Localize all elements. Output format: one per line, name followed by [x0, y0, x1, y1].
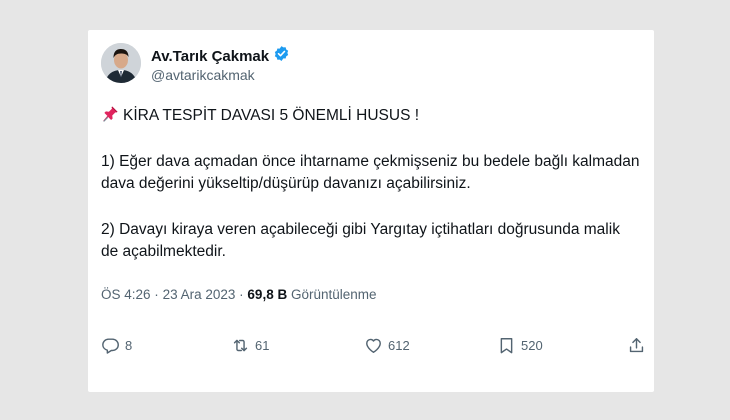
tweet-time[interactable]: ÖS 4:26 [101, 287, 151, 302]
retweet-icon [233, 339, 248, 352]
like-button[interactable]: 612 [364, 336, 410, 355]
tweet-title: KİRA TESPİT DAVASI 5 ÖNEMLİ HUSUS ! [123, 107, 420, 124]
share-icon [629, 338, 644, 353]
tweet-meta: ÖS 4:26 · 23 Ara 2023 · 69,8 B Görüntüle… [101, 287, 377, 302]
retweet-button[interactable]: 61 [231, 336, 269, 355]
views-label: Görüntülenme [290, 287, 377, 302]
author-handle[interactable]: @avtarikcakmak [151, 67, 255, 83]
retweet-count: 61 [255, 338, 270, 353]
meta-separator: · [154, 287, 159, 302]
verified-badge-icon [273, 45, 290, 67]
heart-icon [366, 338, 381, 353]
author-name[interactable]: Av.Tarık Çakmak [151, 48, 269, 65]
avatar[interactable] [101, 43, 141, 83]
reply-count: 8 [125, 338, 133, 353]
bookmark-count: 520 [521, 338, 543, 353]
tweet-title-line: KİRA TESPİT DAVASI 5 ÖNEMLİ HUSUS ! [101, 105, 641, 127]
reply-button[interactable]: 8 [101, 336, 132, 355]
meta-separator: · [239, 287, 244, 302]
tweet-card: Av.Tarık Çakmak @avtarikcakmak KİRA TESP… [88, 30, 654, 392]
reply-icon [102, 338, 119, 354]
bookmark-icon [500, 338, 513, 354]
pushpin-icon [101, 105, 119, 123]
like-count: 612 [388, 338, 410, 353]
tweet-paragraph-1: 1) Eğer dava açmadan önce ihtarname çekm… [101, 153, 640, 192]
tweet-text: KİRA TESPİT DAVASI 5 ÖNEMLİ HUSUS ! 1) E… [101, 105, 641, 263]
share-button[interactable] [627, 336, 646, 355]
tweet-date[interactable]: 23 Ara 2023 [163, 287, 236, 302]
profile-photo [101, 43, 141, 83]
views-count: 69,8 B [247, 287, 288, 302]
tweet-paragraph-2: 2) Davayı kiraya veren açabileceği gibi … [101, 221, 620, 260]
bookmark-button[interactable]: 520 [497, 336, 543, 355]
action-bar: 8 61 612 520 [101, 336, 647, 360]
